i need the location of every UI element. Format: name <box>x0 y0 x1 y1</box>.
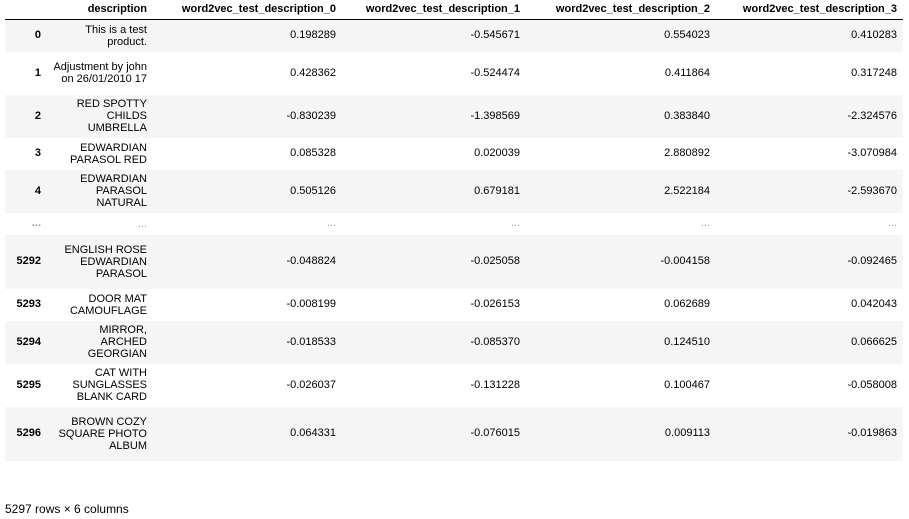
cell-word2vec-2: 0.100467 <box>664 378 710 391</box>
cell-description: BROWN COZY SQUARE PHOTO ALBUM <box>58 415 147 452</box>
cell-word2vec-3: -0.092465 <box>847 255 897 267</box>
dataframe-table: description word2vec_test_description_0 … <box>5 0 903 461</box>
table-row: 0 This is a test product. 0.198289 -0.54567… <box>5 19 903 52</box>
row-index: 5295 <box>16 378 41 391</box>
row-index: 5292 <box>16 255 41 267</box>
cell-word2vec-3: 0.066625 <box>851 335 897 348</box>
table-row: 2 RED SPOTTY CHILDS UMBRELLA -0.830239 -1.3… <box>5 94 903 138</box>
row-index: 5294 <box>16 335 41 348</box>
cell-word2vec-1: -1.398569 <box>470 109 520 122</box>
cell-word2vec-1: -0.131228 <box>470 378 520 391</box>
cell-word2vec-0: -0.008199 <box>286 298 336 310</box>
cell-word2vec-3: ... <box>887 217 897 229</box>
table-row: 3 EDWARDIAN PARASOL RED 0.085328 0.020039 2.… <box>5 137 903 170</box>
cell-description: EDWARDIAN PARASOL NATURAL <box>80 173 147 209</box>
table-row: 5296 BROWN COZY SQUARE PHOTO ALBUM 0.06433… <box>5 406 903 461</box>
cell-word2vec-0: -0.026037 <box>286 378 336 391</box>
cell-description: DOOR MAT CAMOUFLAGE <box>69 292 147 317</box>
row-index: 2 <box>34 109 41 122</box>
cell-word2vec-0: 0.085328 <box>290 147 336 159</box>
cell-word2vec-3: 0.317248 <box>851 66 897 79</box>
cell-word2vec-3: -2.593670 <box>847 184 897 197</box>
cell-word2vec-3: -0.019863 <box>847 427 897 439</box>
table-row: 1 Adjustment by john on 26/01/2010 17 0.42… <box>5 51 903 95</box>
dataframe-output: description word2vec_test_description_0 … <box>0 0 909 461</box>
cell-word2vec-1: -0.076015 <box>470 427 520 439</box>
table-row: 5294 MIRROR, ARCHED GEORGIAN -0.018533 -0.0… <box>5 320 903 364</box>
ellipsis-row: .................. <box>5 212 903 235</box>
table-body: 0 This is a test product. 0.198289 -0.54567… <box>5 19 903 461</box>
cell-word2vec-2: ... <box>700 217 710 229</box>
column-header-word2vec-1: word2vec_test_description_1 <box>342 0 526 20</box>
cell-description: ENGLISH ROSE EDWARDIAN PARASOL <box>64 243 147 280</box>
cell-word2vec-3: -2.324576 <box>847 109 897 122</box>
index-header <box>5 0 47 20</box>
cell-word2vec-2: 0.554023 <box>664 29 710 42</box>
cell-word2vec-1: -0.085370 <box>470 335 520 348</box>
cell-word2vec-2: 0.411864 <box>664 66 710 79</box>
cell-word2vec-0: 0.505126 <box>290 184 336 197</box>
cell-word2vec-0: -0.830239 <box>286 109 336 122</box>
column-header-word2vec-3: word2vec_test_description_3 <box>716 0 903 20</box>
cell-word2vec-2: -0.004158 <box>660 255 710 267</box>
cell-description: RED SPOTTY CHILDS UMBRELLA <box>76 98 147 134</box>
cell-word2vec-3: -0.058008 <box>847 378 897 391</box>
column-header-word2vec-2: word2vec_test_description_2 <box>526 0 716 20</box>
row-index: 4 <box>34 184 41 197</box>
cell-word2vec-0: 0.064331 <box>290 427 336 439</box>
cell-description: Adjustment by john on 26/01/2010 17 <box>53 61 147 85</box>
cell-word2vec-1: ... <box>510 217 520 229</box>
cell-description: This is a test product. <box>85 23 147 48</box>
cell-word2vec-1: -0.545671 <box>470 29 520 42</box>
table-row: 5295 CAT WITH SUNGLASSES BLANK CARD -0.026… <box>5 363 903 407</box>
cell-word2vec-0: -0.018533 <box>286 335 336 348</box>
header-row: description word2vec_test_description_0 … <box>5 0 903 20</box>
cell-word2vec-2: 2.522184 <box>664 184 710 197</box>
row-index: 1 <box>34 66 41 79</box>
row-index: 0 <box>34 29 41 42</box>
row-index: ... <box>31 217 41 229</box>
cell-word2vec-1: -0.025058 <box>470 255 520 267</box>
table-row: 4 EDWARDIAN PARASOL NATURAL 0.505126 0.6791… <box>5 169 903 213</box>
column-header-description: description <box>47 0 153 20</box>
cell-word2vec-3: 0.042043 <box>851 298 897 310</box>
cell-word2vec-0: 0.428362 <box>290 66 336 79</box>
cell-word2vec-2: 0.383840 <box>664 109 710 122</box>
cell-word2vec-0: ... <box>326 217 336 229</box>
cell-word2vec-2: 2.880892 <box>664 147 710 159</box>
cell-word2vec-1: 0.020039 <box>474 147 520 159</box>
cell-word2vec-3: 0.410283 <box>851 29 897 42</box>
cell-description: CAT WITH SUNGLASSES BLANK CARD <box>72 367 147 403</box>
row-index: 3 <box>34 147 41 159</box>
row-index: 5293 <box>16 298 41 310</box>
column-header-word2vec-0: word2vec_test_description_0 <box>153 0 342 20</box>
cell-word2vec-2: 0.009113 <box>664 427 710 439</box>
cell-word2vec-2: 0.062689 <box>664 298 710 310</box>
row-index: 5296 <box>16 427 41 439</box>
shape-caption: 5297 rows × 6 columns <box>5 502 129 516</box>
cell-word2vec-0: -0.048824 <box>286 255 336 267</box>
cell-word2vec-3: -3.070984 <box>847 147 897 159</box>
cell-description: ... <box>137 217 147 230</box>
cell-word2vec-1: -0.524474 <box>470 66 520 79</box>
table-row: 5293 DOOR MAT CAMOUFLAGE -0.008199 -0.02615… <box>5 288 903 321</box>
cell-word2vec-1: 0.679181 <box>474 184 520 197</box>
cell-word2vec-1: -0.026153 <box>470 298 520 310</box>
cell-description: EDWARDIAN PARASOL RED <box>69 141 147 166</box>
cell-word2vec-0: 0.198289 <box>290 29 336 42</box>
cell-description: MIRROR, ARCHED GEORGIAN <box>87 324 147 360</box>
cell-word2vec-2: 0.124510 <box>664 335 710 348</box>
table-row: 5292 ENGLISH ROSE EDWARDIAN PARASOL -0.048… <box>5 234 903 289</box>
